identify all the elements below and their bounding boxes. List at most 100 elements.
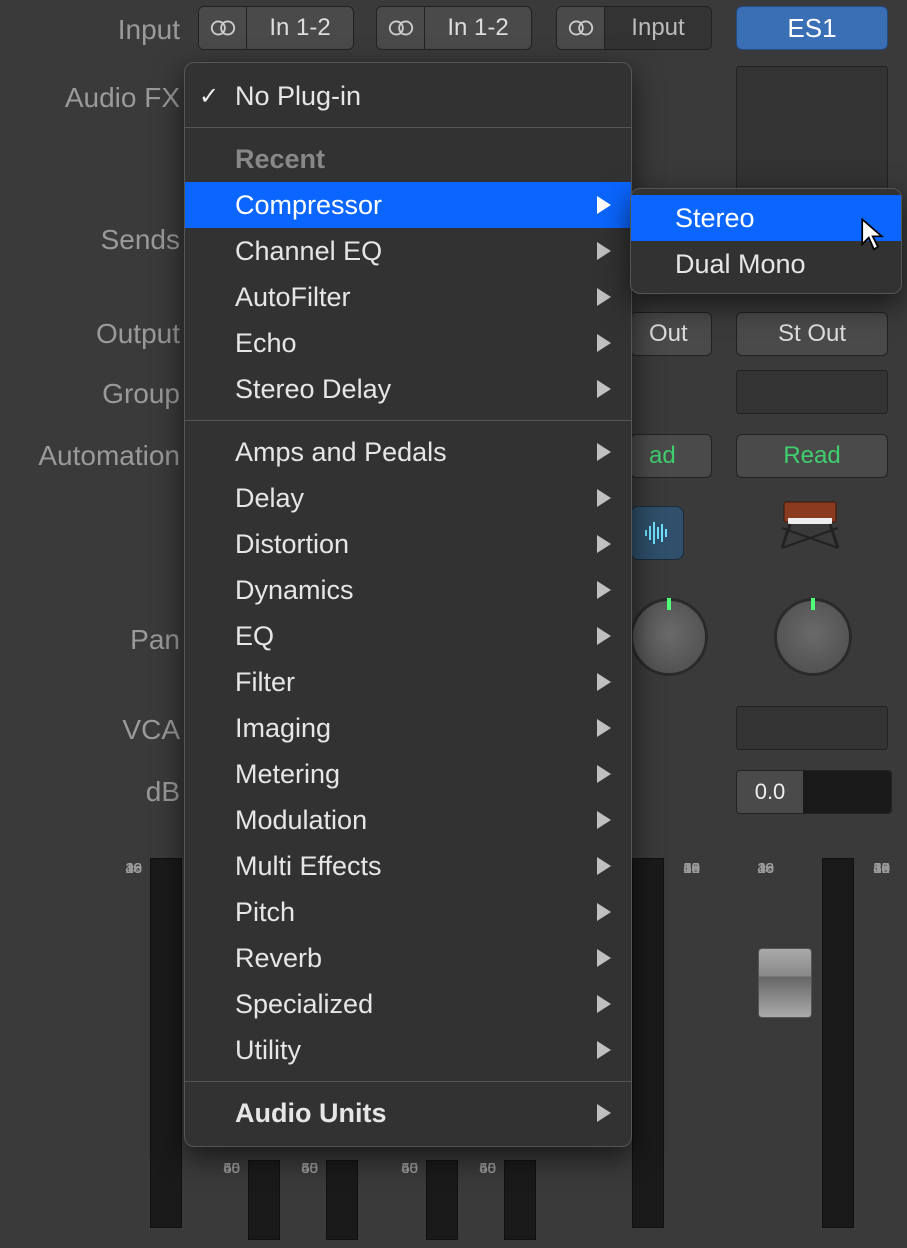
menu-item-dynamics[interactable]: Dynamics — [185, 567, 631, 613]
menu-item-echo[interactable]: Echo — [185, 320, 631, 366]
meter — [822, 858, 854, 1228]
row-label-output: Output — [0, 318, 180, 350]
chevron-right-icon — [597, 765, 611, 783]
pan-knob-instrument[interactable] — [774, 598, 852, 676]
chevron-right-icon — [597, 995, 611, 1013]
check-icon: ✓ — [199, 82, 219, 111]
menu-item-audio-units[interactable]: Audio Units — [185, 1090, 631, 1136]
chevron-right-icon — [597, 1104, 611, 1122]
menu-item-multi-effects[interactable]: Multi Effects — [185, 843, 631, 889]
row-label-automation: Automation — [0, 440, 180, 472]
db-readout[interactable]: 0.0 — [736, 770, 892, 814]
chevron-right-icon — [597, 288, 611, 306]
instrument-slot[interactable]: ES1 — [736, 6, 888, 50]
chevron-right-icon — [597, 857, 611, 875]
chevron-right-icon — [597, 581, 611, 599]
menu-label: Utility — [235, 1035, 301, 1066]
row-label-group: Group — [0, 378, 180, 410]
fader-scale: 6 3 0 3 6 10 20 30 40 ∞ — [112, 860, 142, 1220]
menu-item-pitch[interactable]: Pitch — [185, 889, 631, 935]
chevron-right-icon — [597, 334, 611, 352]
chevron-right-icon — [597, 903, 611, 921]
row-label-pan: Pan — [0, 624, 180, 656]
menu-item-imaging[interactable]: Imaging — [185, 705, 631, 751]
menu-label: Modulation — [235, 805, 367, 836]
group-well[interactable] — [736, 370, 888, 414]
menu-item-stereo-delay[interactable]: Stereo Delay — [185, 366, 631, 412]
input-label: In 1-2 — [247, 7, 353, 49]
output-button-ch3[interactable]: Out — [630, 312, 712, 356]
stereo-icon[interactable] — [377, 7, 425, 49]
menu-item-utility[interactable]: Utility — [185, 1027, 631, 1073]
output-button-instrument[interactable]: St Out — [736, 312, 888, 356]
fader-scale: 45 50 60 — [288, 1160, 318, 1240]
menu-label: Stereo Delay — [235, 374, 391, 405]
input-label: In 1-2 — [425, 7, 531, 49]
chevron-right-icon — [597, 673, 611, 691]
meter — [248, 1160, 280, 1240]
menu-item-specialized[interactable]: Specialized — [185, 981, 631, 1027]
chevron-right-icon — [597, 380, 611, 398]
input-slot-ch1[interactable]: In 1-2 — [198, 6, 354, 50]
menu-label: Channel EQ — [235, 236, 382, 267]
meter — [326, 1160, 358, 1240]
menu-item-eq[interactable]: EQ — [185, 613, 631, 659]
menu-label: Pitch — [235, 897, 295, 928]
chevron-right-icon — [597, 196, 611, 214]
chevron-right-icon — [597, 627, 611, 645]
meter — [426, 1160, 458, 1240]
menu-item-delay[interactable]: Delay — [185, 475, 631, 521]
meter — [632, 858, 664, 1228]
menu-item-modulation[interactable]: Modulation — [185, 797, 631, 843]
plugin-menu: ✓ No Plug-in Recent Compressor Channel E… — [184, 62, 632, 1147]
synth-icon — [776, 496, 844, 557]
chevron-right-icon — [597, 443, 611, 461]
chevron-right-icon — [597, 489, 611, 507]
automation-button-ch3[interactable]: ad — [630, 434, 712, 478]
menu-label: Amps and Pedals — [235, 437, 447, 468]
menu-item-distortion[interactable]: Distortion — [185, 521, 631, 567]
input-slot-ch3[interactable]: Input — [556, 6, 712, 50]
menu-label: Compressor — [235, 190, 382, 221]
vca-well[interactable] — [736, 706, 888, 750]
chevron-right-icon — [597, 1041, 611, 1059]
meter — [504, 1160, 536, 1240]
menu-header-recent: Recent — [185, 136, 631, 182]
db-value: 0.0 — [737, 771, 803, 813]
row-label-db: dB — [0, 776, 180, 808]
menu-label: Imaging — [235, 713, 331, 744]
waveform-icon[interactable] — [630, 506, 684, 560]
stereo-icon[interactable] — [199, 7, 247, 49]
menu-label: Filter — [235, 667, 295, 698]
menu-separator — [185, 1081, 631, 1082]
cursor-icon — [860, 218, 888, 252]
input-label: Input — [605, 7, 711, 49]
menu-label: Echo — [235, 328, 297, 359]
menu-separator — [185, 127, 631, 128]
fader-scale: 0 3 6 9 12 15 18 24 30 40 50 60 — [670, 860, 700, 1220]
chevron-right-icon — [597, 535, 611, 553]
menu-label: Metering — [235, 759, 340, 790]
menu-item-no-plugin[interactable]: ✓ No Plug-in — [185, 73, 631, 119]
row-label-input: Input — [0, 14, 180, 46]
menu-label: Multi Effects — [235, 851, 382, 882]
menu-label: Audio Units — [235, 1098, 386, 1129]
menu-label: No Plug-in — [235, 81, 361, 112]
automation-button-instrument[interactable]: Read — [736, 434, 888, 478]
db-peak-meter — [803, 771, 891, 813]
menu-item-metering[interactable]: Metering — [185, 751, 631, 797]
menu-item-channel-eq[interactable]: Channel EQ — [185, 228, 631, 274]
input-slot-ch2[interactable]: In 1-2 — [376, 6, 532, 50]
menu-item-amps-pedals[interactable]: Amps and Pedals — [185, 429, 631, 475]
menu-label: AutoFilter — [235, 282, 351, 313]
fader-handle[interactable] — [758, 948, 812, 1018]
fader-scale: 0 3 6 9 12 15 18 24 30 40 50 60 — [860, 860, 890, 1220]
menu-item-reverb[interactable]: Reverb — [185, 935, 631, 981]
pan-knob-ch3[interactable] — [630, 598, 708, 676]
menu-item-filter[interactable]: Filter — [185, 659, 631, 705]
meter — [150, 858, 182, 1228]
stereo-icon[interactable] — [557, 7, 605, 49]
chevron-right-icon — [597, 949, 611, 967]
menu-item-autofilter[interactable]: AutoFilter — [185, 274, 631, 320]
menu-item-compressor[interactable]: Compressor — [185, 182, 631, 228]
